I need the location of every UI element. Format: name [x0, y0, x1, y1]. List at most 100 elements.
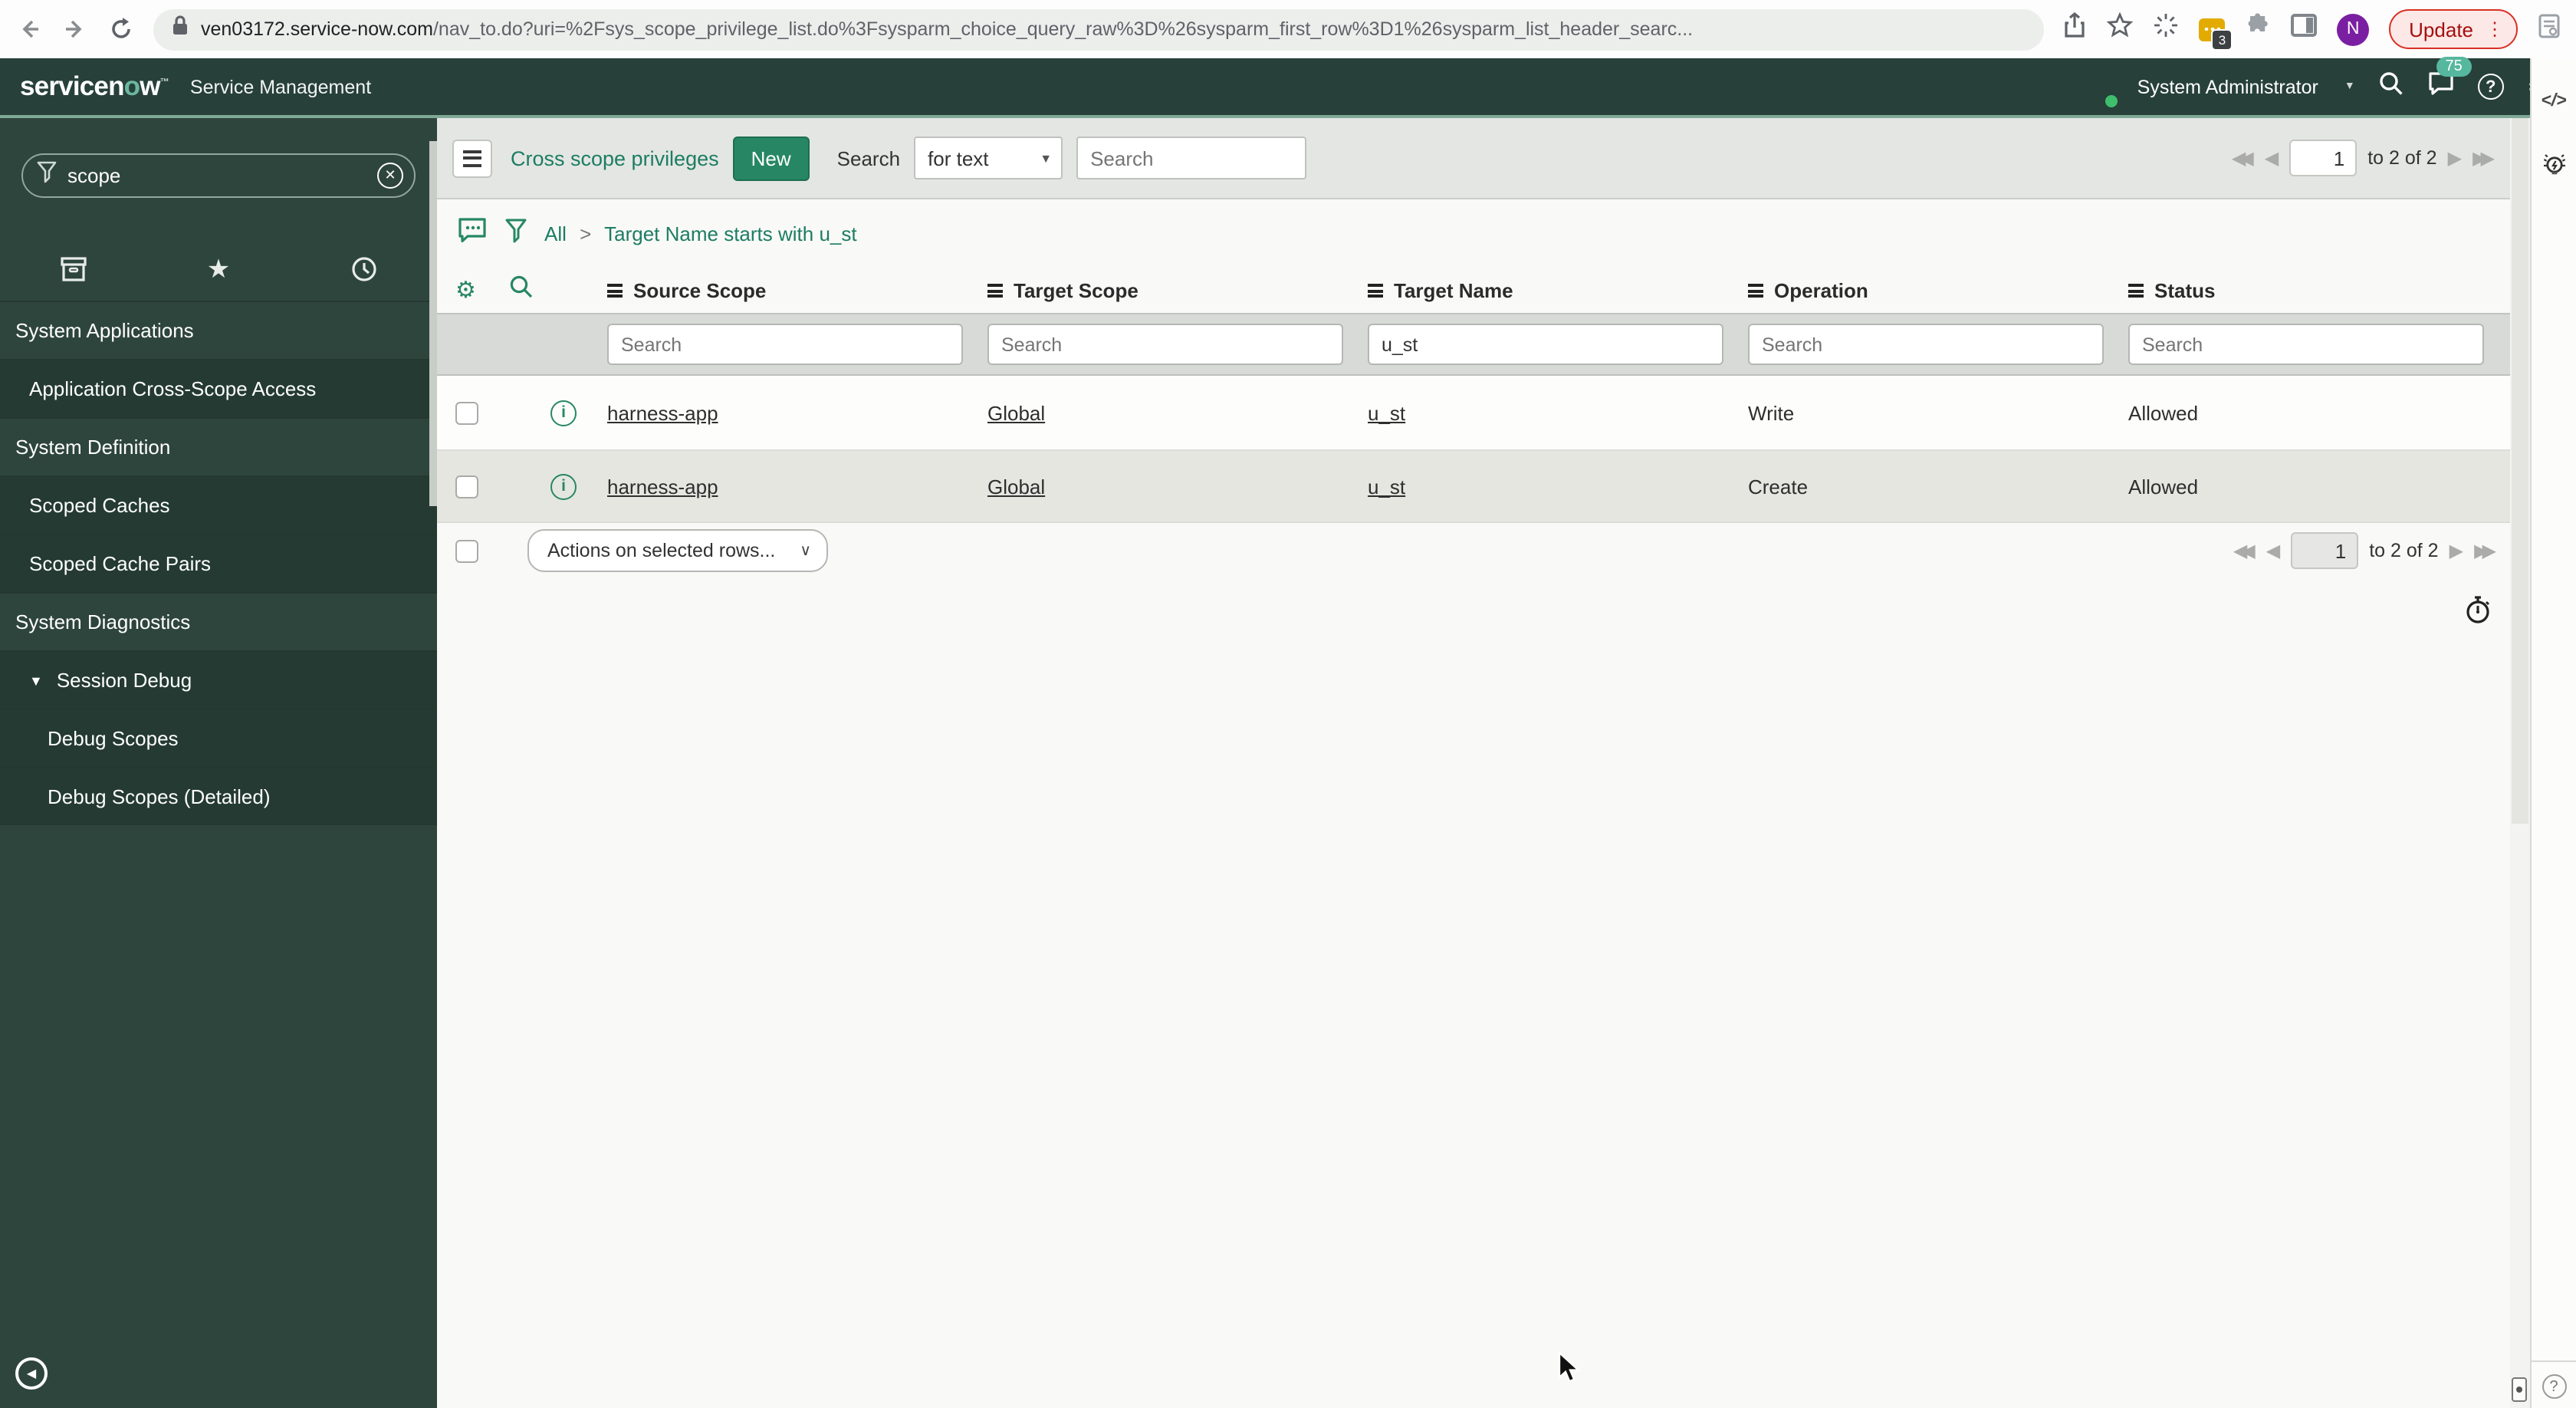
- last-page-icon[interactable]: ▶▶: [2472, 149, 2495, 167]
- page-number-input[interactable]: [2291, 532, 2359, 569]
- user-avatar[interactable]: [2081, 70, 2118, 107]
- breadcrumb-filter-link[interactable]: Target Name starts with u_st: [604, 222, 856, 245]
- select-all-checkbox[interactable]: [455, 539, 478, 562]
- column-menu-icon[interactable]: [987, 284, 1003, 298]
- pagination-top: ◀◀ ◀ to 2 of 2 ▶ ▶▶: [2232, 140, 2495, 176]
- user-caret-icon[interactable]: ▼: [2344, 81, 2355, 92]
- nav-item-debug-scopes[interactable]: Debug Scopes: [0, 709, 437, 767]
- main-scrollbar[interactable]: [2510, 118, 2530, 1408]
- navigator-filter[interactable]: ✕: [21, 153, 416, 198]
- bookmark-star-icon[interactable]: [2106, 12, 2134, 46]
- last-page-icon[interactable]: ▶▶: [2474, 541, 2496, 560]
- rail-help-icon[interactable]: ?: [2542, 1374, 2566, 1399]
- column-menu-icon[interactable]: [2128, 284, 2144, 298]
- back-icon[interactable]: [15, 15, 43, 43]
- extension-spinner-icon[interactable]: [2153, 12, 2179, 46]
- nav-item-session-debug[interactable]: ▼ Session Debug: [0, 650, 437, 709]
- column-search-toggle-icon[interactable]: [510, 275, 534, 307]
- column-header-operation[interactable]: Operation: [1748, 279, 2128, 302]
- filter-navigator-input[interactable]: [67, 164, 366, 187]
- extensions-puzzle-icon[interactable]: [2245, 12, 2271, 46]
- breadcrumb-all-link[interactable]: All: [544, 222, 567, 245]
- cell-source-scope-link[interactable]: harness-app: [607, 475, 718, 498]
- clear-filter-icon[interactable]: ✕: [377, 163, 403, 189]
- column-header-row: ⚙ Source Scope Target Scope Target Name …: [437, 268, 2510, 313]
- code-panel-icon[interactable]: </>: [2541, 92, 2566, 110]
- column-menu-icon[interactable]: [1748, 284, 1763, 298]
- column-menu-icon[interactable]: [607, 284, 623, 298]
- nav-section-system-definition[interactable]: System Definition: [0, 417, 437, 475]
- row-checkbox[interactable]: [455, 475, 478, 498]
- list-chat-icon[interactable]: [457, 216, 488, 252]
- next-page-icon[interactable]: ▶: [2450, 541, 2463, 560]
- nav-section-system-applications[interactable]: System Applications: [0, 301, 437, 359]
- browser-menu-icon[interactable]: ⋮: [2486, 18, 2504, 40]
- first-page-icon[interactable]: ◀◀: [2233, 541, 2256, 560]
- list-personalize-gear-icon[interactable]: ⚙: [455, 279, 476, 302]
- search-type-select[interactable]: for text ▼: [914, 137, 1063, 179]
- dropdown-chevron-icon: ∨: [800, 542, 811, 559]
- page-number-input[interactable]: [2289, 140, 2358, 176]
- new-button[interactable]: New: [732, 136, 810, 180]
- insights-lightbulb-icon[interactable]: [2538, 152, 2569, 190]
- column-header-status[interactable]: Status: [2128, 279, 2509, 302]
- nav-item-application-cross-scope-access[interactable]: Application Cross-Scope Access: [0, 359, 437, 417]
- help-icon[interactable]: ?: [2477, 74, 2504, 100]
- scrollbar-grip[interactable]: [2512, 1377, 2527, 1402]
- cell-source-scope-link[interactable]: harness-app: [607, 401, 718, 424]
- collapse-caret-icon[interactable]: ▼: [29, 673, 43, 688]
- global-search-icon[interactable]: [2378, 70, 2404, 104]
- filter-status-input[interactable]: [2128, 324, 2484, 365]
- filter-operation-input[interactable]: [1748, 324, 2104, 365]
- row-checkbox[interactable]: [455, 401, 478, 424]
- cell-target-scope-link[interactable]: Global: [987, 401, 1045, 424]
- extension-yellow-icon[interactable]: 3: [2199, 18, 2233, 50]
- tab-history[interactable]: [291, 255, 437, 281]
- cell-target-name-link[interactable]: u_st: [1368, 475, 1405, 498]
- sidebar-scrollbar[interactable]: [429, 141, 437, 506]
- previous-page-icon[interactable]: ◀: [2265, 149, 2279, 167]
- browser-update-button[interactable]: Update ⋮: [2389, 9, 2518, 49]
- response-time-icon[interactable]: [2464, 595, 2492, 632]
- first-page-icon[interactable]: ◀◀: [2232, 149, 2254, 167]
- nav-item-debug-scopes-detailed[interactable]: Debug Scopes (Detailed): [0, 767, 437, 825]
- next-page-icon[interactable]: ▶: [2448, 149, 2462, 167]
- list-search-input[interactable]: [1076, 137, 1307, 179]
- user-menu[interactable]: System Administrator: [2137, 76, 2318, 97]
- previous-page-icon[interactable]: ◀: [2266, 541, 2280, 560]
- share-icon[interactable]: [2062, 12, 2087, 46]
- filter-target-name-input[interactable]: [1368, 324, 1723, 365]
- cell-target-scope-link[interactable]: Global: [987, 475, 1045, 498]
- reading-list-icon[interactable]: [2538, 13, 2561, 45]
- scrollbar-thumb[interactable]: [2512, 118, 2528, 824]
- tab-favorites[interactable]: ★: [146, 255, 291, 281]
- conversations-icon[interactable]: 75: [2427, 56, 2472, 104]
- forward-icon[interactable]: [61, 15, 89, 43]
- collapse-sidebar-button[interactable]: ◀: [15, 1357, 48, 1390]
- list-menu-button[interactable]: [452, 139, 492, 177]
- column-filter-row: [437, 313, 2510, 376]
- tab-all-applications[interactable]: [0, 255, 146, 281]
- row-info-icon[interactable]: i: [550, 400, 577, 426]
- reload-icon[interactable]: [107, 15, 135, 43]
- filter-target-scope-input[interactable]: [987, 324, 1343, 365]
- column-header-target-name[interactable]: Target Name: [1368, 279, 1748, 302]
- nav-section-system-diagnostics[interactable]: System Diagnostics: [0, 592, 437, 650]
- column-menu-icon[interactable]: [1368, 284, 1383, 298]
- list-title-link[interactable]: Cross scope privileges: [511, 146, 719, 169]
- column-header-target-scope[interactable]: Target Scope: [987, 279, 1368, 302]
- nav-label: System Diagnostics: [15, 610, 191, 633]
- search-type-value: for text: [928, 146, 989, 169]
- actions-dropdown[interactable]: Actions on selected rows... ∨: [527, 529, 828, 572]
- screen: ven03172.service-now.com/nav_to.do?uri=%…: [0, 0, 2576, 1408]
- cell-target-name-link[interactable]: u_st: [1368, 401, 1405, 424]
- nav-item-scoped-cache-pairs[interactable]: Scoped Cache Pairs: [0, 534, 437, 592]
- row-info-icon[interactable]: i: [550, 473, 577, 499]
- column-header-source-scope[interactable]: Source Scope: [607, 279, 987, 302]
- nav-item-scoped-caches[interactable]: Scoped Caches: [0, 475, 437, 534]
- filter-source-scope-input[interactable]: [607, 324, 963, 365]
- address-bar[interactable]: ven03172.service-now.com/nav_to.do?uri=%…: [153, 8, 2045, 50]
- side-panel-icon[interactable]: [2291, 14, 2318, 44]
- filter-icon[interactable]: [504, 217, 527, 251]
- browser-profile-avatar[interactable]: N: [2337, 13, 2370, 45]
